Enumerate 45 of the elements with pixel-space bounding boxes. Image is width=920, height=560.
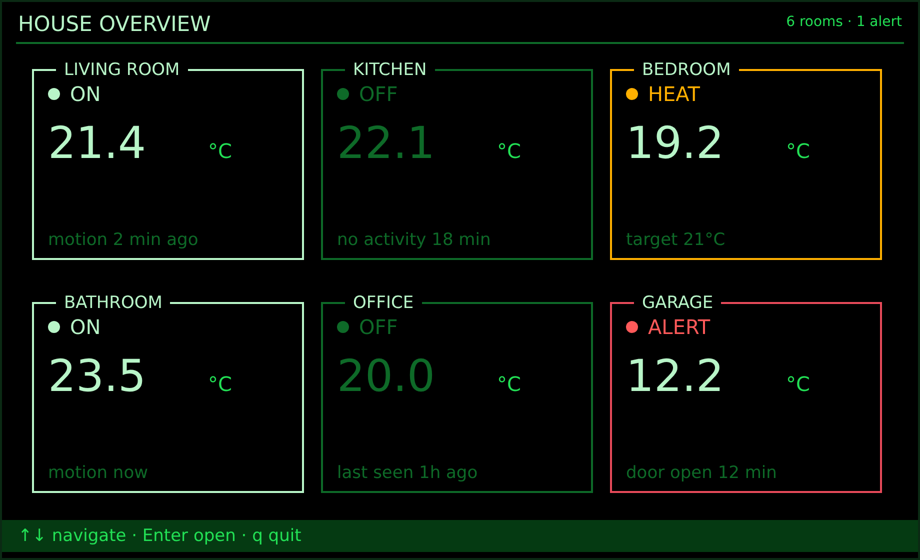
room-note: last seen 1h ago <box>337 463 479 483</box>
unit-label: °C <box>786 139 810 163</box>
temperature-value: 23.5 <box>48 351 147 402</box>
unit-label: °C <box>208 139 232 163</box>
status-text: ON <box>70 82 101 106</box>
status-text: OFF <box>359 82 398 106</box>
status-dot-icon <box>48 88 60 100</box>
temperature-value: 19.2 <box>626 118 725 169</box>
room-card[interactable]: KITCHEN OFF 22.1 °C no activity 18 min <box>321 60 593 260</box>
temperature-value: 12.2 <box>626 351 725 402</box>
unit-label: °C <box>208 372 232 396</box>
status-dot-icon <box>48 321 60 333</box>
room-name: KITCHEN <box>352 60 428 80</box>
status-dot-icon <box>626 88 638 100</box>
room-card[interactable]: GARAGE ALERT 12.2 °C door open 12 min <box>610 293 882 493</box>
status-dot-icon <box>337 321 349 333</box>
room-note: no activity 18 min <box>337 230 492 250</box>
temperature-value: 22.1 <box>337 118 436 169</box>
room-card[interactable]: OFFICE OFF 20.0 °C last seen 1h ago <box>321 293 593 493</box>
room-name: GARAGE <box>641 293 714 313</box>
unit-label: °C <box>786 372 810 396</box>
status-dot-icon <box>626 321 638 333</box>
status-bar: ↑↓ navigate · Enter open · q quit <box>2 520 918 552</box>
unit-label: °C <box>497 139 521 163</box>
room-name: BEDROOM <box>641 60 732 80</box>
room-card[interactable]: BATHROOM ON 23.5 °C motion now <box>32 293 304 493</box>
room-name: LIVING ROOM <box>63 60 181 80</box>
room-card[interactable]: BEDROOM HEAT 19.2 °C target 21°C <box>610 60 882 260</box>
temperature-value: 20.0 <box>337 351 436 402</box>
room-card[interactable]: LIVING ROOM ON 21.4 °C motion 2 min ago <box>32 60 304 260</box>
unit-label: °C <box>497 372 521 396</box>
page-title: HOUSE OVERVIEW <box>18 12 211 36</box>
status-text: ALERT <box>648 315 710 339</box>
room-note: door open 12 min <box>626 463 778 483</box>
summary-text: 6 rooms · 1 alert <box>786 14 902 32</box>
status-dot-icon <box>337 88 349 100</box>
status-text: OFF <box>359 315 398 339</box>
room-note: motion 2 min ago <box>48 230 200 250</box>
room-note: target 21°C <box>626 230 726 250</box>
room-name: OFFICE <box>352 293 415 313</box>
status-text: ON <box>70 315 101 339</box>
room-note: motion now <box>48 463 150 483</box>
status-text: HEAT <box>648 82 700 106</box>
room-name: BATHROOM <box>63 293 164 313</box>
temperature-value: 21.4 <box>48 118 147 169</box>
